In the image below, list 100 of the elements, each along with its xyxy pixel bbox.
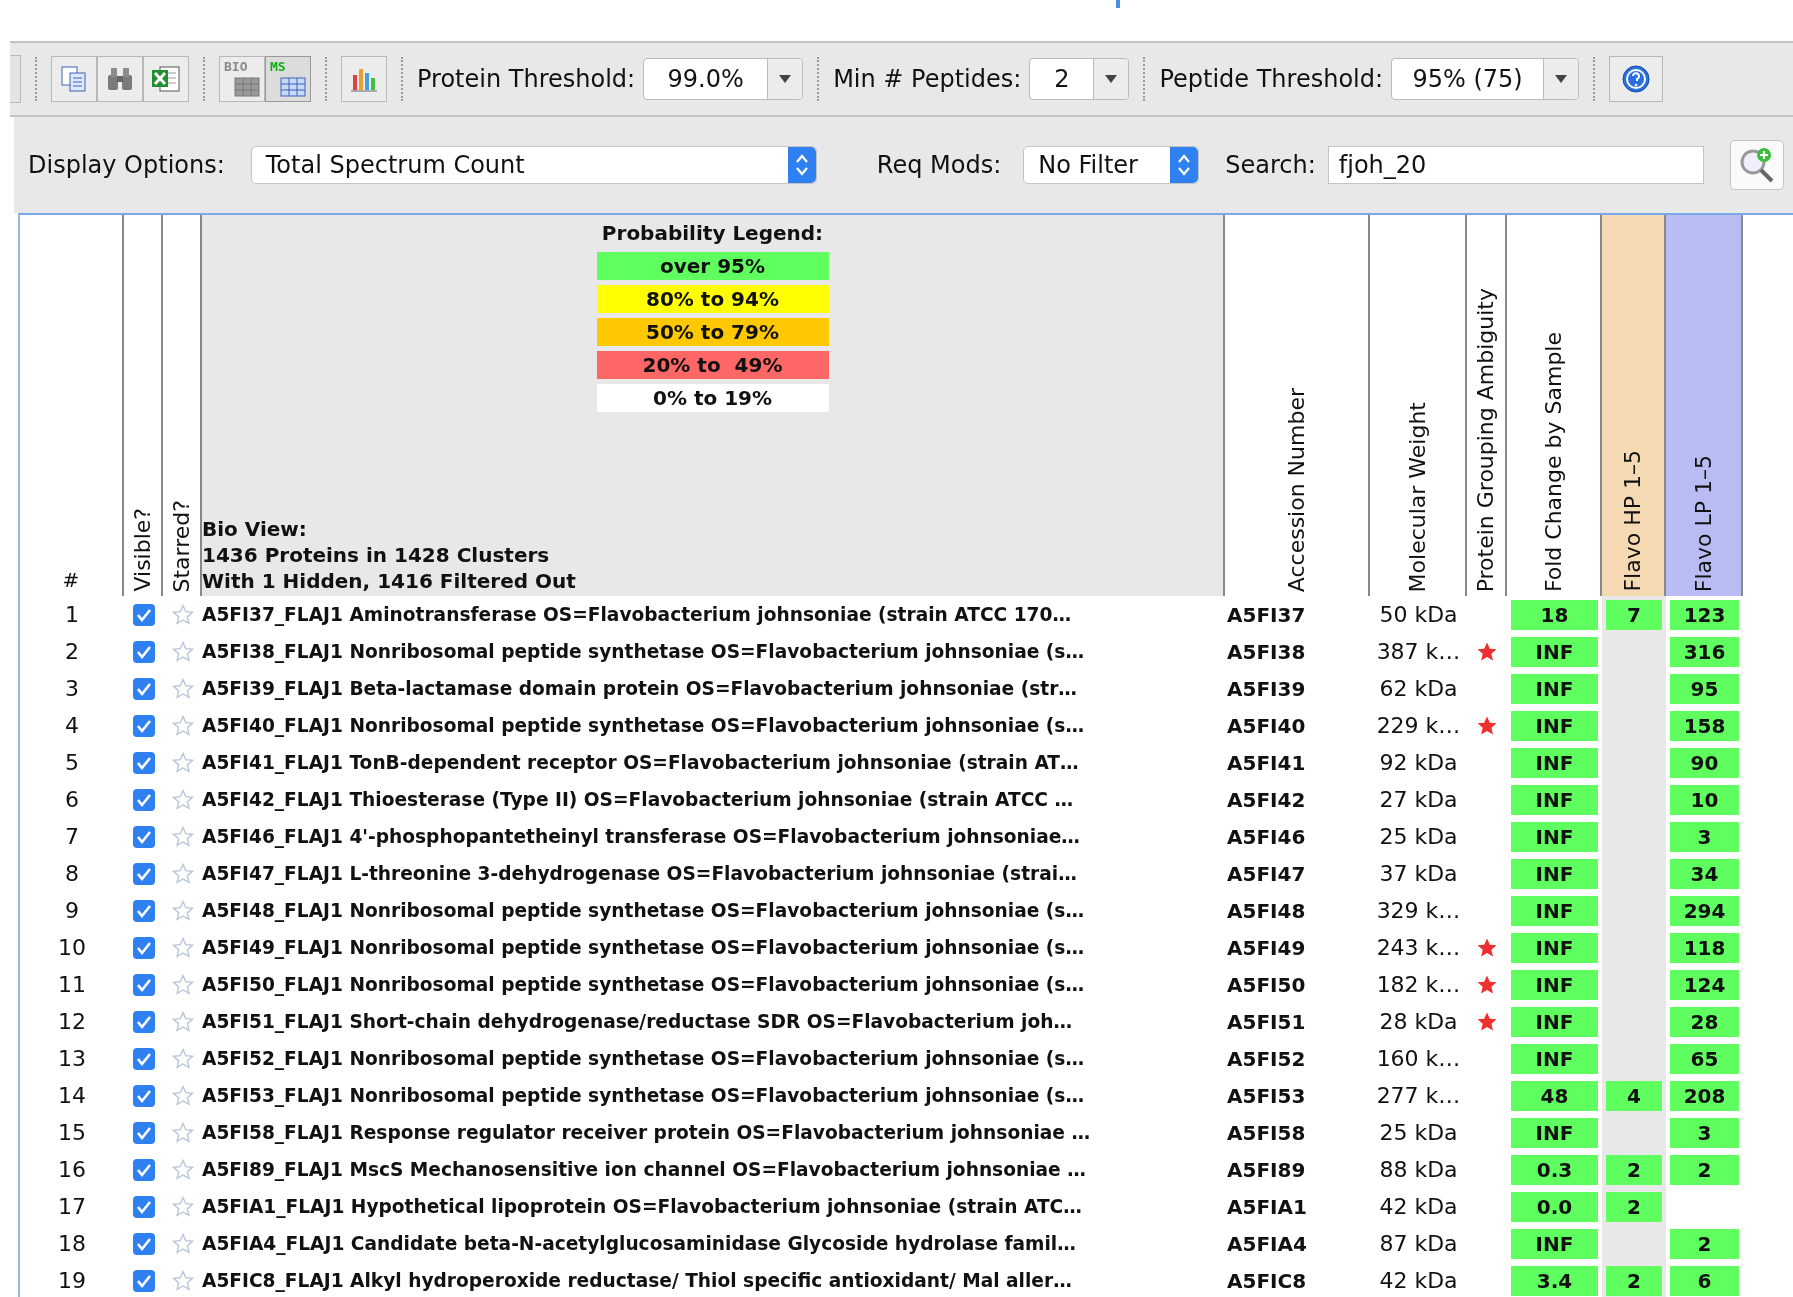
star-toggle-icon[interactable] bbox=[171, 751, 194, 774]
star-toggle-icon[interactable] bbox=[171, 640, 194, 663]
checkbox[interactable] bbox=[131, 676, 156, 701]
molecular-weight: 160 k… bbox=[1375, 1045, 1462, 1073]
checkbox[interactable] bbox=[131, 824, 156, 849]
column-header[interactable]: # bbox=[62, 568, 80, 592]
bio-view-summary: Bio View: bbox=[202, 516, 308, 542]
star-toggle-icon[interactable] bbox=[171, 899, 194, 922]
checkbox[interactable] bbox=[131, 1009, 156, 1034]
checkbox[interactable] bbox=[131, 1268, 156, 1293]
molecular-weight: 42 kDa bbox=[1378, 1267, 1459, 1295]
column-header[interactable]: Protein Grouping Ambiguity bbox=[1475, 287, 1497, 592]
checkbox[interactable] bbox=[131, 1120, 156, 1145]
star-toggle-icon[interactable] bbox=[171, 1232, 194, 1255]
accession-number: A5FI46 bbox=[1226, 823, 1307, 851]
search-field[interactable]: fjoh_20 bbox=[1327, 146, 1704, 184]
protein-name: A5FI49_FLAJ1 Nonribosomal peptide synthetase OS=Flavobacterium johnsoniae (s… bbox=[202, 936, 1085, 961]
checkbox[interactable] bbox=[131, 935, 156, 960]
column-header[interactable]: Molecular Weight bbox=[1406, 401, 1429, 592]
molecular-weight: 182 k… bbox=[1375, 971, 1462, 999]
sample-column-header[interactable]: Flavo HP 1–5 bbox=[1602, 215, 1666, 596]
checkbox[interactable] bbox=[131, 1194, 156, 1219]
checkbox[interactable] bbox=[131, 1083, 156, 1108]
threshold-dropdown[interactable]: 95% (75) bbox=[1391, 58, 1580, 100]
checkbox[interactable] bbox=[131, 972, 156, 997]
protein-name: A5FIA4_FLAJ1 Candidate beta-N-acetylglucosaminidase Glycoside hydrolase famil… bbox=[202, 1232, 1077, 1257]
checkbox[interactable] bbox=[131, 787, 156, 812]
star-toggle-icon[interactable] bbox=[171, 788, 194, 811]
row-number: 9 bbox=[64, 897, 80, 925]
star-toggle-icon[interactable] bbox=[171, 936, 194, 959]
star-toggle-icon[interactable] bbox=[171, 1010, 194, 1033]
star-toggle-icon[interactable] bbox=[171, 1269, 194, 1292]
spectrum-count-cell: 6 bbox=[1670, 1265, 1739, 1296]
threshold-dropdown[interactable]: 2 bbox=[1029, 58, 1130, 100]
spectrum-count-cell: 158 bbox=[1670, 710, 1739, 741]
star-toggle-icon[interactable] bbox=[171, 603, 194, 626]
dropdown-arrow-icon bbox=[778, 74, 793, 84]
button-label: BIO bbox=[224, 59, 248, 74]
checkbox[interactable] bbox=[131, 713, 156, 738]
spectrum-count-cell: 3 bbox=[1670, 1117, 1739, 1148]
star-toggle-icon[interactable] bbox=[171, 677, 194, 700]
star-toggle-icon[interactable] bbox=[171, 1158, 194, 1181]
threshold-dropdown[interactable]: 99.0% bbox=[643, 58, 804, 100]
star-toggle-icon[interactable] bbox=[171, 1121, 194, 1144]
search-button[interactable] bbox=[1729, 140, 1784, 190]
dropdown-arrow-icon bbox=[1104, 74, 1119, 84]
req-mods-select[interactable]: No Filter bbox=[1023, 146, 1200, 184]
row-number: 3 bbox=[64, 675, 80, 703]
protein-name: A5FI46_FLAJ1 4'-phosphopantetheinyl transferase OS=Flavobacterium johnsoniae… bbox=[202, 825, 1081, 850]
column-header[interactable]: Accession Number bbox=[1285, 387, 1308, 592]
checkbox[interactable] bbox=[131, 1157, 156, 1182]
toolbar-button[interactable] bbox=[341, 56, 387, 102]
spectrum-count-cell: 18 bbox=[1511, 599, 1598, 630]
toolbar-button[interactable] bbox=[143, 56, 189, 102]
checkbox[interactable] bbox=[131, 861, 156, 886]
checkbox[interactable] bbox=[131, 898, 156, 923]
star-toggle-icon[interactable] bbox=[171, 1195, 194, 1218]
spectrum-count-cell: INF bbox=[1511, 1043, 1598, 1074]
star-toggle-icon[interactable] bbox=[171, 714, 194, 737]
molecular-weight: 62 kDa bbox=[1378, 675, 1459, 703]
spectrum-count-cell: 208 bbox=[1670, 1080, 1739, 1111]
checkbox[interactable] bbox=[131, 1231, 156, 1256]
spectrum-count-cell: 2 bbox=[1670, 1228, 1739, 1259]
spectrum-count-cell: INF bbox=[1511, 858, 1598, 889]
protein-name: A5FIA1_FLAJ1 Hypothetical lipoprotein OS=Flavobacterium johnsoniae (strain ATC… bbox=[202, 1195, 1083, 1220]
protein-name: A5FI37_FLAJ1 Aminotransferase OS=Flavobacterium johnsoniae (strain ATCC 170… bbox=[202, 603, 1073, 628]
sample-column-header[interactable]: Flavo LP 1–5 bbox=[1666, 215, 1743, 596]
molecular-weight: 25 kDa bbox=[1378, 823, 1459, 851]
stepper-arrows-icon bbox=[793, 152, 810, 178]
spectrum-count-cell: 28 bbox=[1670, 1006, 1739, 1037]
spectrum-count-cell: 0.3 bbox=[1511, 1154, 1598, 1185]
star-toggle-icon[interactable] bbox=[171, 862, 194, 885]
legend-title: Probability Legend: bbox=[600, 221, 825, 245]
row-number: 17 bbox=[57, 1193, 87, 1221]
accession-number: A5FI52 bbox=[1226, 1045, 1307, 1073]
help-button[interactable] bbox=[1609, 56, 1664, 102]
star-toggle-icon[interactable] bbox=[171, 973, 194, 996]
star-toggle-icon[interactable] bbox=[171, 1047, 194, 1070]
row-number: 19 bbox=[57, 1267, 87, 1295]
star-toggle-icon[interactable] bbox=[171, 825, 194, 848]
checkbox[interactable] bbox=[131, 639, 156, 664]
bio-view-summary: With 1 Hidden, 1416 Filtered Out bbox=[202, 568, 577, 594]
toolbar-button[interactable] bbox=[97, 56, 143, 102]
protein-name: A5FI53_FLAJ1 Nonribosomal peptide synthetase OS=Flavobacterium johnsoniae (s… bbox=[202, 1084, 1085, 1109]
spectrum-count-cell: INF bbox=[1511, 710, 1598, 741]
accession-number: A5FI58 bbox=[1226, 1119, 1307, 1147]
checkbox[interactable] bbox=[131, 750, 156, 775]
column-header[interactable]: Starred? bbox=[170, 499, 193, 592]
spectrum-count-cell: 2 bbox=[1606, 1154, 1662, 1185]
column-header[interactable]: Fold Change by Sample bbox=[1542, 331, 1565, 592]
spectrum-count-cell: 48 bbox=[1511, 1080, 1598, 1111]
column-header[interactable]: Visible? bbox=[131, 508, 154, 592]
checkbox[interactable] bbox=[131, 1046, 156, 1071]
accession-number: A5FI50 bbox=[1226, 971, 1307, 999]
legend-swatch: 0% to 19% bbox=[596, 384, 829, 412]
display-options-select[interactable]: Total Spectrum Count bbox=[250, 146, 817, 184]
toolbar-button[interactable] bbox=[51, 56, 97, 102]
spectrum-count-cell: INF bbox=[1511, 895, 1598, 926]
star-toggle-icon[interactable] bbox=[171, 1084, 194, 1107]
checkbox[interactable] bbox=[131, 602, 156, 627]
